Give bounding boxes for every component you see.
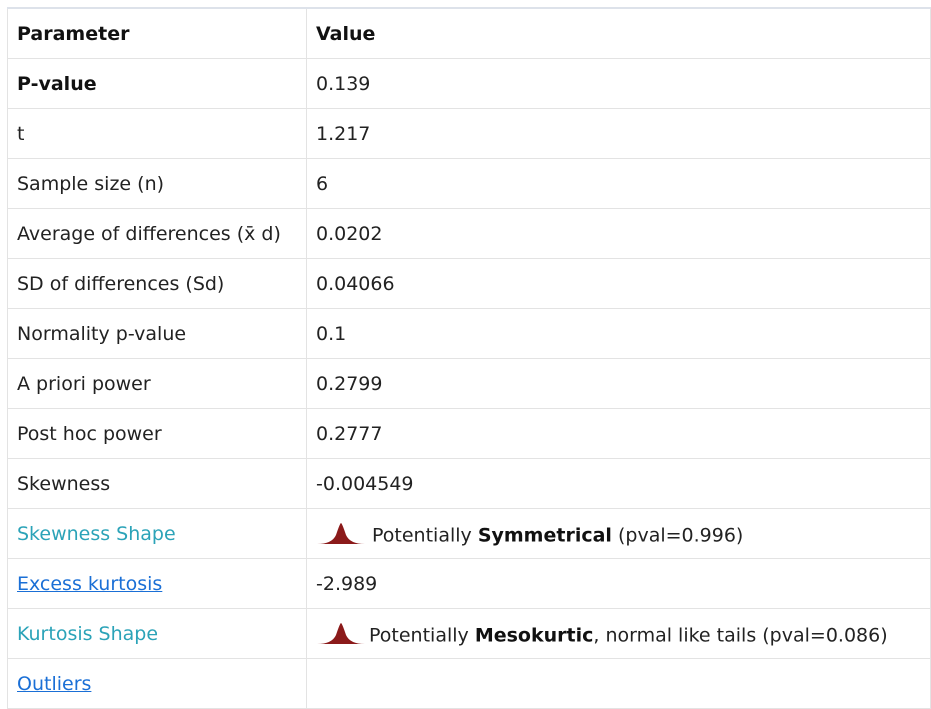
table-row: Skewness -0.004549 <box>7 458 931 509</box>
row-label-average-differences: Average of differences (x̄ d) <box>7 208 307 259</box>
table-row: Kurtosis Shape Potentially Mesokurtic, n… <box>7 608 931 659</box>
row-value-average-differences: 0.0202 <box>306 208 931 259</box>
skewness-shape-value: Potentially Symmetrical (pval=0.996) <box>306 508 931 559</box>
table-row: Normality p-value 0.1 <box>7 308 931 359</box>
skewness-shape-prefix: Potentially <box>372 524 472 547</box>
table-header-row: Parameter Value <box>7 7 931 59</box>
skewness-shape-name: Symmetrical <box>477 524 612 547</box>
outliers-link[interactable]: Outliers <box>17 673 91 695</box>
outliers-label-cell: Outliers <box>7 658 307 709</box>
row-value-skewness: -0.004549 <box>306 458 931 509</box>
excess-kurtosis-label-cell: Excess kurtosis <box>7 558 307 609</box>
kurtosis-shape-suffix: , normal like tails (pval=0.086) <box>593 624 888 647</box>
row-label-p-value: P-value <box>7 58 307 109</box>
row-value-a-priori-power: 0.2799 <box>306 358 931 409</box>
row-value-post-hoc-power: 0.2777 <box>306 408 931 459</box>
row-value-p-value: 0.139 <box>306 58 931 109</box>
kurtosis-shape-name: Mesokurtic <box>474 624 594 647</box>
row-value-sd-differences: 0.04066 <box>306 258 931 309</box>
skewness-shape-label[interactable]: Skewness Shape <box>7 508 307 559</box>
kurtosis-shape-value: Potentially Mesokurtic, normal like tail… <box>306 608 931 659</box>
row-label-normality: Normality p-value <box>7 308 307 359</box>
outliers-value <box>306 658 931 709</box>
row-label-sd-differences: SD of differences (Sd) <box>7 258 307 309</box>
kurtosis-shape-prefix: Potentially <box>369 624 469 647</box>
table-row: Excess kurtosis -2.989 <box>7 558 931 609</box>
row-value-sample-size: 6 <box>306 158 931 209</box>
table-row: Average of differences (x̄ d) 0.0202 <box>7 208 931 259</box>
row-label-t: t <box>7 108 307 159</box>
statistics-table: Parameter Value P-value 0.139 t 1.217 Sa… <box>7 7 931 709</box>
table-row: P-value 0.139 <box>7 58 931 109</box>
row-label-post-hoc-power: Post hoc power <box>7 408 307 459</box>
table-row: Post hoc power 0.2777 <box>7 408 931 459</box>
excess-kurtosis-link[interactable]: Excess kurtosis <box>17 573 162 595</box>
row-label-sample-size: Sample size (n) <box>7 158 307 209</box>
table-row: Sample size (n) 6 <box>7 158 931 209</box>
skewness-shape-suffix: (pval=0.996) <box>617 524 744 547</box>
header-value: Value <box>306 7 931 59</box>
table-row: Skewness Shape Potentially Symmetrical (… <box>7 508 931 559</box>
row-value-t: 1.217 <box>306 108 931 159</box>
excess-kurtosis-value: -2.989 <box>306 558 931 609</box>
table-row: t 1.217 <box>7 108 931 159</box>
row-label-skewness: Skewness <box>7 458 307 509</box>
table-row: Outliers <box>7 658 931 709</box>
row-label-a-priori-power: A priori power <box>7 358 307 409</box>
kurtosis-shape-label[interactable]: Kurtosis Shape <box>7 608 307 659</box>
bell-curve-icon <box>317 622 365 644</box>
header-parameter: Parameter <box>7 7 307 59</box>
row-value-normality: 0.1 <box>306 308 931 359</box>
bell-curve-icon <box>317 522 365 544</box>
table-row: A priori power 0.2799 <box>7 358 931 409</box>
table-row: SD of differences (Sd) 0.04066 <box>7 258 931 309</box>
